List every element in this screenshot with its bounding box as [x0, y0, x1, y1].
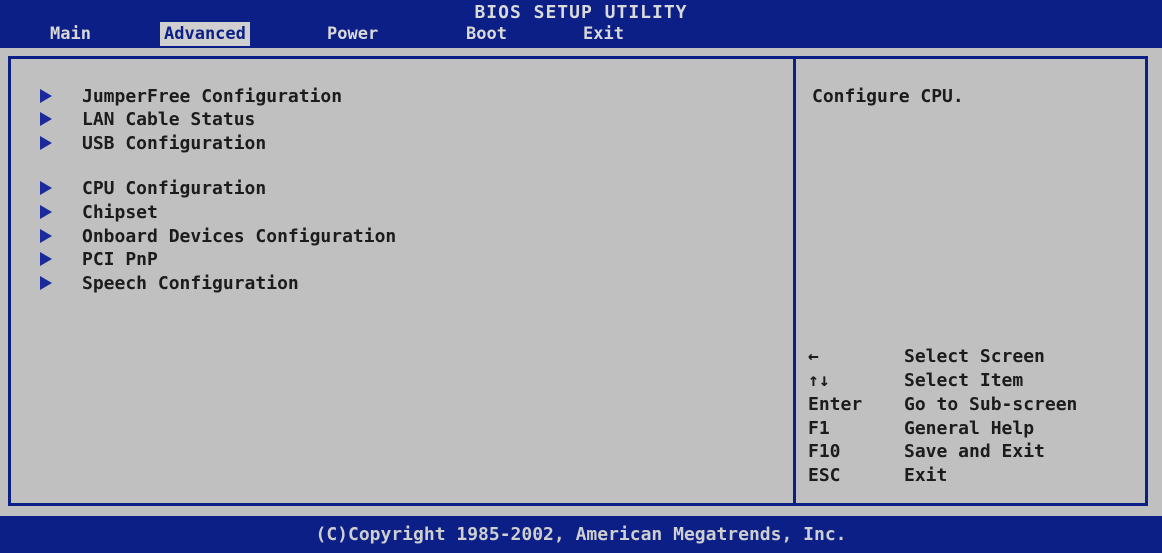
tab-boot[interactable]: Boot [462, 22, 511, 46]
key-legend-row: ESC Exit [808, 464, 947, 488]
menu-item-usb-configuration[interactable]: USB Configuration [40, 132, 266, 156]
key-left-arrow-icon: ← [808, 346, 819, 367]
menu-item-pci-pnp[interactable]: PCI PnP [40, 248, 158, 272]
key-action: Save and Exit [904, 441, 1045, 462]
menu-item-jumperfree[interactable]: JumperFree Configuration [40, 85, 342, 109]
key-up-down-arrows-icon: ↑↓ [808, 370, 830, 391]
menu-item-label: Chipset [82, 202, 158, 223]
menu-item-label: CPU Configuration [82, 178, 267, 199]
tab-power[interactable]: Power [323, 22, 382, 46]
menu-item-label: USB Configuration [82, 133, 267, 154]
menu-item-label: LAN Cable Status [82, 109, 256, 130]
key-label: Enter [808, 394, 863, 415]
key-action: Select Screen [904, 346, 1045, 367]
tab-exit[interactable]: Exit [579, 22, 628, 46]
key-action: Exit [904, 465, 948, 486]
key-action: Select Item [904, 370, 1024, 391]
tab-main[interactable]: Main [46, 22, 95, 46]
panel-divider [793, 59, 796, 503]
submenu-arrow-icon [40, 89, 52, 103]
help-text: Configure CPU. [812, 86, 964, 107]
key-legend-row: F1 General Help [808, 417, 1034, 441]
copyright-footer: (C)Copyright 1985-2002, American Megatre… [0, 516, 1162, 553]
submenu-arrow-icon [40, 136, 52, 150]
key-label: F1 [808, 418, 830, 439]
menu-item-speech-configuration[interactable]: Speech Configuration [40, 272, 299, 296]
submenu-arrow-icon [40, 229, 52, 243]
key-action: Go to Sub-screen [904, 394, 1078, 415]
submenu-arrow-icon [40, 205, 52, 219]
key-legend-row: ← Select Screen [808, 345, 1045, 369]
submenu-arrow-icon [40, 252, 52, 266]
key-legend-row: Enter Go to Sub-screen [808, 393, 1077, 417]
menu-item-label: PCI PnP [82, 249, 158, 270]
submenu-arrow-icon [40, 181, 52, 195]
menu-item-lan-cable-status[interactable]: LAN Cable Status [40, 108, 255, 132]
menu-item-cpu-configuration[interactable]: CPU Configuration [40, 177, 266, 201]
menu-item-label: Onboard Devices Configuration [82, 226, 397, 247]
key-label: F10 [808, 441, 841, 462]
main-panel: JumperFree Configuration LAN Cable Statu… [0, 48, 1162, 516]
key-label: ESC [808, 465, 841, 486]
menu-item-chipset[interactable]: Chipset [40, 201, 158, 225]
key-legend-row: ↑↓ Select Item [808, 369, 1023, 393]
menu-item-label: Speech Configuration [82, 273, 299, 294]
bios-title: BIOS SETUP UTILITY [474, 2, 688, 23]
menu-item-onboard-devices[interactable]: Onboard Devices Configuration [40, 225, 396, 249]
key-legend-row: F10 Save and Exit [808, 440, 1045, 464]
submenu-arrow-icon [40, 112, 52, 126]
key-action: General Help [904, 418, 1035, 439]
tab-advanced[interactable]: Advanced [160, 22, 250, 46]
submenu-arrow-icon [40, 276, 52, 290]
menu-item-label: JumperFree Configuration [82, 86, 343, 107]
header-bar: BIOS SETUP UTILITY Main Advanced Power B… [0, 0, 1162, 48]
